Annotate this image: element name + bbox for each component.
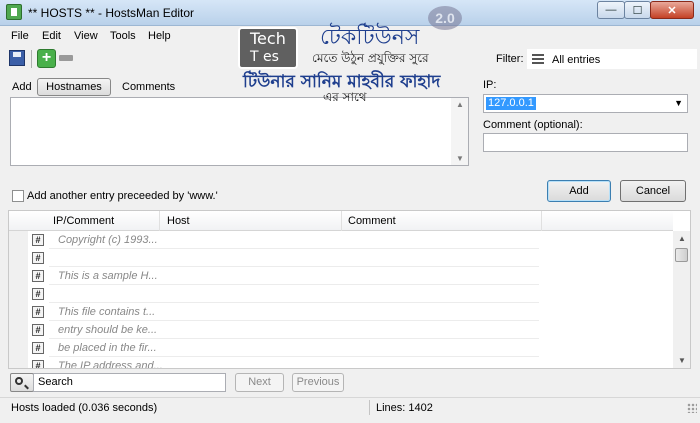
comment-hash-icon: # (32, 324, 44, 336)
column-host[interactable]: Host (167, 215, 190, 227)
comment-hash-icon: # (32, 306, 44, 318)
hostsman-window: ** HOSTS ** - HostsMan Editor — ☐ ✕ File… (0, 0, 700, 423)
resize-grip-icon[interactable] (687, 403, 697, 413)
add-entry-icon[interactable]: + (37, 49, 56, 68)
close-button[interactable]: ✕ (650, 1, 694, 19)
status-bar: Hosts loaded (0.036 seconds) Lines: 1402 (0, 397, 700, 417)
comment-hash-icon: # (32, 270, 44, 282)
comment-hash-icon: # (32, 252, 44, 264)
row-text: This file contains t... (58, 306, 156, 318)
column-ip-comment[interactable]: IP/Comment (53, 215, 114, 227)
list-item[interactable]: # The IP address and... (9, 357, 673, 369)
filter-dropdown[interactable]: All entries (527, 49, 697, 69)
scroll-down-icon[interactable]: ▼ (678, 356, 686, 365)
www-checkbox[interactable] (12, 190, 24, 202)
column-divider (541, 211, 542, 231)
status-load-time: Hosts loaded (0.036 seconds) (11, 402, 158, 414)
textarea-scrollbar[interactable]: ▲ ▼ (451, 98, 468, 165)
status-line-count: Lines: 1402 (376, 402, 433, 414)
menu-view[interactable]: View (74, 30, 98, 42)
comment-hash-icon: # (32, 234, 44, 246)
column-divider (341, 211, 342, 231)
comment-label: Comment (optional): (483, 119, 583, 131)
row-text: be placed in the fir... (58, 342, 157, 354)
logo-text-bottom: T es (250, 49, 279, 65)
row-text: This is a sample H... (58, 270, 158, 282)
scroll-up-icon[interactable]: ▲ (678, 234, 686, 243)
search-icon (15, 377, 23, 385)
list-item[interactable]: # This is a sample H... (9, 267, 673, 285)
window-title: ** HOSTS ** - HostsMan Editor (28, 6, 195, 20)
ip-label: IP: (483, 79, 497, 91)
minimize-button[interactable]: — (597, 1, 625, 19)
scroll-thumb[interactable] (675, 248, 688, 262)
chevron-down-icon[interactable]: ▼ (674, 98, 683, 108)
list-item[interactable]: # entry should be ke... (9, 321, 673, 339)
remove-entry-icon[interactable] (59, 55, 73, 61)
ip-dropdown[interactable]: 127.0.0.1 ▼ (483, 94, 688, 113)
comment-hash-icon: # (32, 360, 44, 368)
add-button[interactable]: Add (547, 180, 611, 202)
cancel-button[interactable]: Cancel (620, 180, 686, 202)
list-header: IP/Comment Host Comment (9, 211, 673, 231)
filter-value: All entries (552, 54, 601, 66)
version-badge: 2.0 (428, 6, 462, 30)
column-divider (159, 211, 160, 231)
add-label: Add (12, 81, 32, 93)
ip-value: 127.0.0.1 (486, 97, 536, 110)
www-checkbox-label: Add another entry preceeded by 'www.' (27, 190, 218, 202)
row-text: The IP address and... (58, 360, 163, 369)
search-bar: Search Next Previous (0, 370, 700, 396)
list-item[interactable]: # be placed in the fir... (9, 339, 673, 357)
menu-tools[interactable]: Tools (110, 30, 136, 42)
tab-comments[interactable]: Comments (122, 81, 175, 93)
scroll-up-icon[interactable]: ▲ (456, 100, 464, 109)
menu-file[interactable]: File (11, 30, 29, 42)
tab-hostnames[interactable]: Hostnames (37, 78, 111, 96)
watermark-with: এর সাথে (323, 90, 367, 104)
maximize-button[interactable]: ☐ (624, 1, 651, 19)
search-input[interactable]: Search (33, 373, 226, 392)
list-item[interactable]: # Copyright (c) 1993... (9, 231, 673, 249)
save-icon[interactable] (9, 50, 25, 66)
next-button[interactable]: Next (235, 373, 284, 392)
list-item[interactable]: # This file contains t... (9, 303, 673, 321)
previous-button[interactable]: Previous (292, 373, 344, 392)
techtunes-logo: Tech T es (238, 27, 298, 69)
scroll-down-icon[interactable]: ▼ (456, 154, 464, 163)
watermark-tagline: মেতে উঠুন প্রযুক্তির সুরে (312, 51, 429, 65)
menu-edit[interactable]: Edit (42, 30, 61, 42)
comment-input[interactable] (483, 133, 688, 152)
column-comment[interactable]: Comment (348, 215, 396, 227)
hosts-list[interactable]: IP/Comment Host Comment # Copyright (c) … (8, 210, 691, 369)
filter-label: Filter: (496, 53, 524, 65)
search-options-button[interactable] (10, 373, 34, 392)
list-icon (532, 54, 544, 65)
list-scrollbar[interactable]: ▲ ▼ (673, 231, 690, 368)
menu-help[interactable]: Help (148, 30, 171, 42)
comment-hash-icon: # (32, 342, 44, 354)
comment-hash-icon: # (32, 288, 44, 300)
logo-text-top: Tech (250, 29, 286, 48)
list-item[interactable]: # (9, 249, 673, 267)
list-item[interactable]: # (9, 285, 673, 303)
app-icon (6, 4, 22, 20)
status-divider (369, 400, 370, 415)
toolbar-separator (31, 50, 32, 68)
row-text: Copyright (c) 1993... (58, 234, 158, 246)
hostnames-textarea[interactable]: ▲ ▼ (10, 97, 469, 166)
row-text: entry should be ke... (58, 324, 158, 336)
